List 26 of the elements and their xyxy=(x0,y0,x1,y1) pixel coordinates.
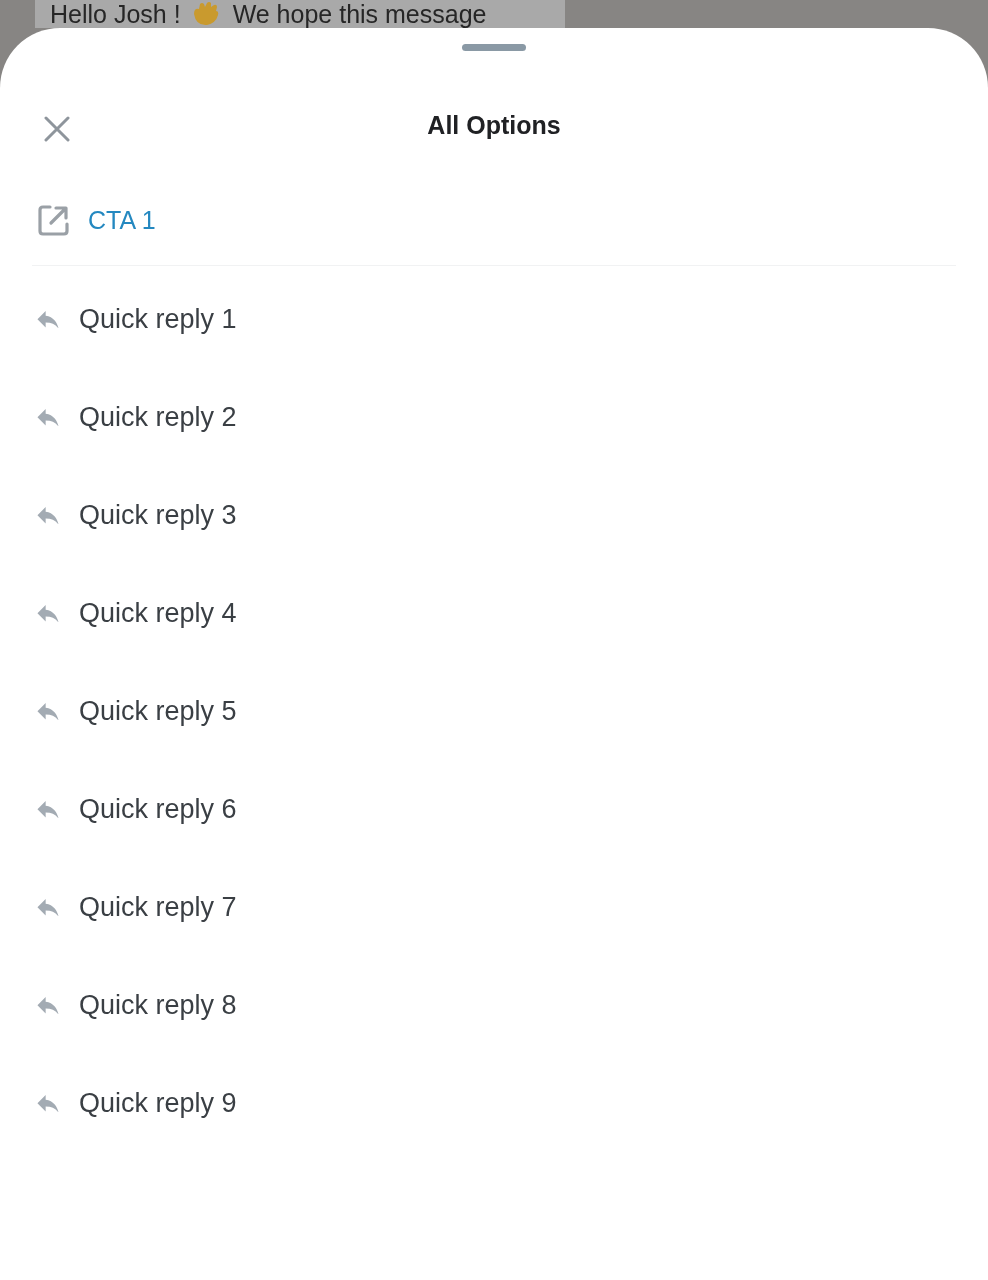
quick-reply-option[interactable]: Quick reply 9 xyxy=(37,1087,237,1119)
reply-arrow-icon xyxy=(37,800,59,818)
close-icon xyxy=(44,116,70,142)
external-link-icon xyxy=(37,203,70,237)
reply-arrow-icon xyxy=(37,702,59,720)
reply-arrow-icon xyxy=(37,310,59,328)
reply-arrow-icon xyxy=(37,1094,59,1112)
message-text: We hope this message xyxy=(232,0,487,28)
reply-arrow-icon xyxy=(37,996,59,1014)
close-button[interactable] xyxy=(42,114,72,144)
drag-handle[interactable] xyxy=(462,44,526,51)
quick-reply-option[interactable]: Quick reply 2 xyxy=(37,401,237,433)
quick-reply-option[interactable]: Quick reply 3 xyxy=(37,499,237,531)
message-text: Hello Josh ! xyxy=(50,0,181,28)
cta-link-option[interactable]: CTA 1 xyxy=(37,203,156,237)
quick-reply-option[interactable]: Quick reply 5 xyxy=(37,695,237,727)
quick-reply-option[interactable]: Quick reply 4 xyxy=(37,597,237,629)
reply-arrow-icon xyxy=(37,604,59,622)
sheet-title: All Options xyxy=(427,110,561,140)
quick-reply-option[interactable]: Quick reply 8 xyxy=(37,989,237,1021)
reply-arrow-icon xyxy=(37,506,59,524)
reply-arrow-icon xyxy=(37,898,59,916)
quick-reply-option[interactable]: Quick reply 1 xyxy=(37,303,237,335)
quick-reply-option[interactable]: Quick reply 7 xyxy=(37,891,237,923)
quick-reply-option[interactable]: Quick reply 6 xyxy=(37,793,237,825)
reply-arrow-icon xyxy=(37,408,59,426)
